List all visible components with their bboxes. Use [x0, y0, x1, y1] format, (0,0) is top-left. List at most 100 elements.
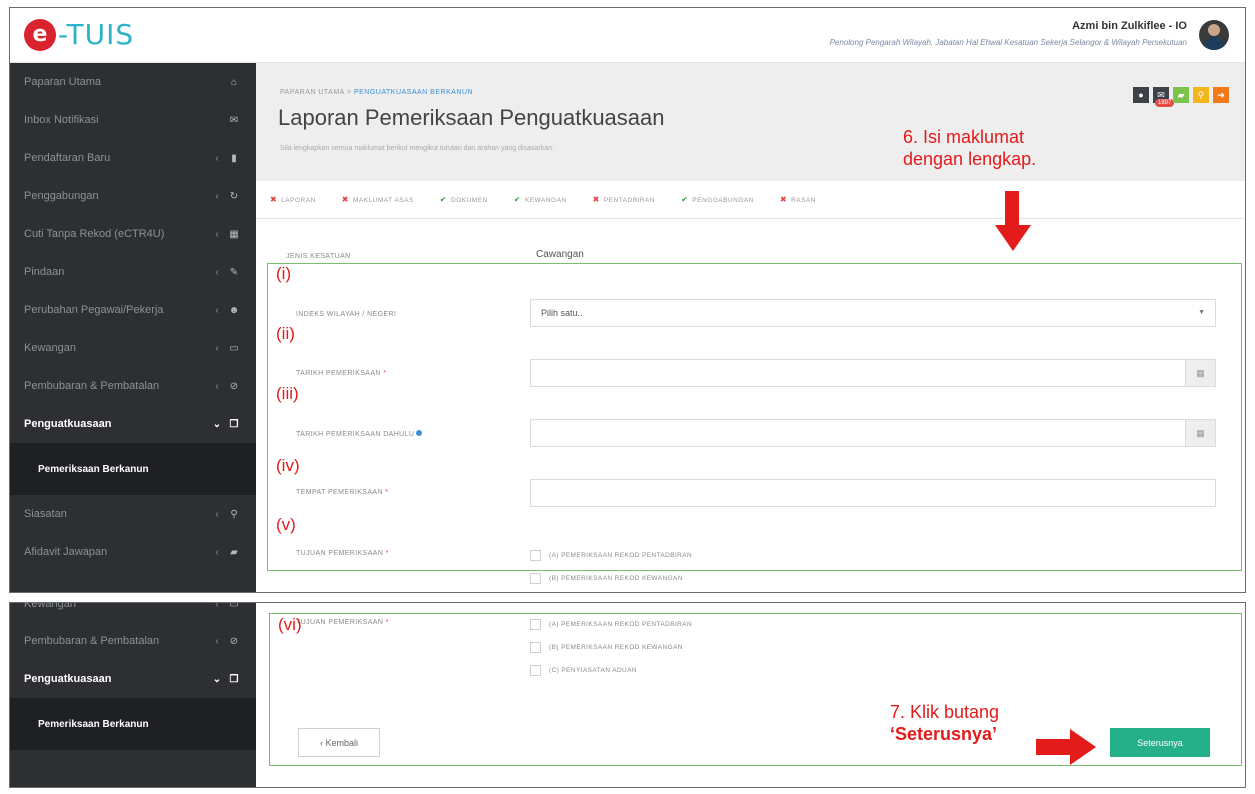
sidebar-item-kewangan[interactable]: Kewangan ‹ ▭	[10, 602, 256, 622]
jenis-kesatuan-label: JENIS KESATUAN	[286, 253, 351, 260]
tab-label: DOKUMEN	[451, 197, 488, 204]
envelope-icon: ✉	[229, 114, 239, 126]
etuis-logo[interactable]: e -TUIS	[24, 18, 134, 51]
arrow-down-icon	[995, 191, 1031, 251]
sidebar-item-label: Pembubaran & Pembatalan	[24, 380, 160, 392]
tab-pentadbiran[interactable]: ✖ PENTADBIRAN	[593, 195, 655, 204]
toolbar: ● ✉ 1897 ▰ ⚲ ➜	[1133, 87, 1229, 107]
sidebar-item-label: Cuti Tanpa Rekod (eCTR4U)	[24, 228, 165, 240]
sidebar-item-label: Kewangan	[24, 602, 76, 610]
sidebar-item-pembubaran[interactable]: Pembubaran & Pembatalan ‹ ⊘	[10, 367, 256, 405]
sidebar-item-pendaftaran-baru[interactable]: Pendaftaran Baru ‹ ▮	[10, 139, 256, 177]
page-header: PAPARAN UTAMA > PENGUATKUASAAN BERKANUN …	[256, 63, 1245, 181]
breadcrumb-home[interactable]: PAPARAN UTAMA	[280, 89, 344, 96]
sidebar-item-label: Penguatkuasaan	[24, 418, 112, 430]
screenshot-bottom: Kewangan ‹ ▭ Pembubaran & Pembatalan ‹ ⊘ Pen…	[9, 602, 1246, 788]
sidebar-item-label: Pindaan	[24, 266, 65, 278]
step-tabs: ✖ LAPORAN ✖ MAKLUMAT ASAS ✔ DOKUMEN ✔ KEWANG…	[256, 181, 1245, 219]
annotation-iii: (iii)	[276, 384, 299, 403]
search-button[interactable]: ⚲	[1193, 87, 1209, 103]
users-icon: ☻	[228, 304, 240, 316]
avatar[interactable]	[1199, 20, 1229, 50]
step-7-annotation: 7. Klik butang ‘Seterusnya’	[890, 701, 999, 745]
sidebar-item-label: Kewangan	[24, 342, 76, 354]
chevron-left-icon: ‹	[215, 266, 219, 278]
sidebar-item-kewangan[interactable]: Kewangan ‹ ▭	[10, 329, 256, 367]
sidebar-item-inbox-notifikasi[interactable]: Inbox Notifikasi ✉	[10, 101, 256, 139]
highlight-box	[267, 263, 1242, 571]
user-icon: ●	[1138, 90, 1144, 100]
ban-icon: ⊘	[229, 380, 239, 392]
user-name[interactable]: Azmi bin Zulkiflee - IO	[1072, 20, 1187, 32]
sidebar-item-penguatkuasaan[interactable]: Penguatkuasaan ⌄ ❐	[10, 405, 256, 443]
chevron-left-icon: ‹	[215, 635, 219, 647]
sidebar-item-label: Afidavit Jawapan	[24, 546, 108, 558]
annotation-ii: (ii)	[276, 324, 295, 343]
sidebar-item-perubahan-pegawai[interactable]: Perubahan Pegawai/Pekerja ‹ ☻	[10, 291, 256, 329]
chevron-left-icon: ‹	[215, 342, 219, 354]
sidebar-item-label: Inbox Notifikasi	[24, 114, 99, 126]
search-icon: ⚲	[1197, 89, 1205, 100]
tab-kewangan[interactable]: ✔ KEWANGAN	[514, 195, 567, 204]
cross-icon: ✖	[341, 195, 349, 204]
annotation-line: 6. Isi maklumat	[903, 127, 1025, 147]
tab-penggabungan[interactable]: ✔ PENGGABUNGAN	[681, 195, 754, 204]
sidebar-subitem-pemeriksaan-berkanun[interactable]: Pemeriksaan Berkanun	[10, 443, 256, 495]
check-icon: ✔	[439, 195, 447, 204]
tab-maklumat-asas[interactable]: ✖ MAKLUMAT ASAS	[342, 195, 414, 204]
sidebar-item-siasatan[interactable]: Siasatan ‹ ⚲	[10, 495, 256, 533]
tab-label: PENGGABUNGAN	[692, 197, 754, 204]
sidebar-item-paparan-utama[interactable]: Paparan Utama ⌂	[10, 63, 256, 101]
annotation-v: (v)	[276, 515, 296, 534]
sidebar-submenu: Pemeriksaan Berkanun	[10, 698, 256, 750]
sidebar-item-afidavit-jawapan[interactable]: Afidavit Jawapan ‹ ▰	[10, 533, 256, 571]
tab-label: MAKLUMAT ASAS	[352, 197, 414, 204]
sidebar-item-label: Pembubaran & Pembatalan	[24, 635, 160, 647]
sidebar-item-pembubaran[interactable]: Pembubaran & Pembatalan ‹ ⊘	[10, 622, 256, 660]
chevron-left-icon: ‹	[215, 508, 219, 520]
money-icon: ▭	[229, 342, 239, 354]
check-icon: ✔	[513, 195, 521, 204]
tab-label: LAPORAN	[281, 197, 316, 204]
profile-button[interactable]: ●	[1133, 87, 1149, 103]
sidebar-item-penggabungan[interactable]: Penggabungan ‹ ↻	[10, 177, 256, 215]
chevron-down-icon: ⌄	[212, 673, 222, 685]
screenshot-top: e -TUIS Azmi bin Zulkiflee - IO Penolong…	[9, 7, 1246, 593]
sidebar-item-label: Paparan Utama	[24, 76, 102, 88]
jenis-kesatuan-value: Cawangan	[536, 249, 584, 260]
option-b-checkbox[interactable]: (B) PEMERIKSAAN REKOD KEWANGAN	[530, 573, 683, 584]
ban-icon: ⊘	[229, 635, 239, 647]
sidebar-subitem-pemeriksaan-berkanun[interactable]: Pemeriksaan Berkanun	[10, 698, 256, 750]
option-label: (B) PEMERIKSAAN REKOD KEWANGAN	[549, 575, 683, 582]
checkbox[interactable]	[530, 573, 541, 584]
folder-button[interactable]: ▰	[1173, 87, 1189, 103]
tab-dokumen[interactable]: ✔ DOKUMEN	[440, 195, 488, 204]
logo-text: -TUIS	[58, 18, 135, 51]
tab-label: RASAN	[791, 197, 817, 204]
page-subtitle: Sila lengkapkan semua maklumat berikut m…	[280, 145, 554, 152]
step-6-annotation: 6. Isi maklumat dengan lengkap.	[903, 126, 1036, 170]
sidebar-item-label: Penguatkuasaan	[24, 673, 112, 685]
annotation-line: 7. Klik butang	[890, 702, 1000, 722]
annotation-line: ‘Seterusnya’	[890, 724, 998, 744]
sidebar-item-pindaan[interactable]: Pindaan ‹ ✎	[10, 253, 256, 291]
sidebar-menu: Paparan Utama ⌂ Inbox Notifikasi ✉ Pendaft…	[10, 63, 256, 571]
annotation-vi: (vi)	[278, 615, 302, 634]
notification-badge: 1897	[1155, 99, 1175, 107]
top-header: e -TUIS Azmi bin Zulkiflee - IO Penolong…	[10, 8, 1245, 63]
user-role: Penolong Pengarah Wilayah, Jabatan Hal E…	[829, 38, 1187, 47]
chevron-left-icon: ‹	[215, 152, 219, 164]
chevron-left-icon: ‹	[215, 380, 219, 392]
logout-button[interactable]: ➜	[1213, 87, 1229, 103]
sidebar-item-cuti-tanpa-rekod[interactable]: Cuti Tanpa Rekod (eCTR4U) ‹ ▦	[10, 215, 256, 253]
sidebar: Kewangan ‹ ▭ Pembubaran & Pembatalan ‹ ⊘ Pen…	[10, 603, 256, 787]
check-icon: ✔	[681, 195, 689, 204]
folder-icon: ▰	[230, 546, 238, 558]
messages-button[interactable]: ✉ 1897	[1153, 87, 1175, 107]
edit-icon: ✎	[229, 266, 239, 278]
tab-rasan[interactable]: ✖ RASAN	[780, 195, 816, 204]
sidebar-item-label: Perubahan Pegawai/Pekerja	[24, 304, 164, 316]
tab-laporan[interactable]: ✖ LAPORAN	[270, 195, 316, 204]
arrow-right-icon	[1036, 729, 1096, 765]
sidebar-item-penguatkuasaan[interactable]: Penguatkuasaan ⌄ ❐	[10, 660, 256, 698]
